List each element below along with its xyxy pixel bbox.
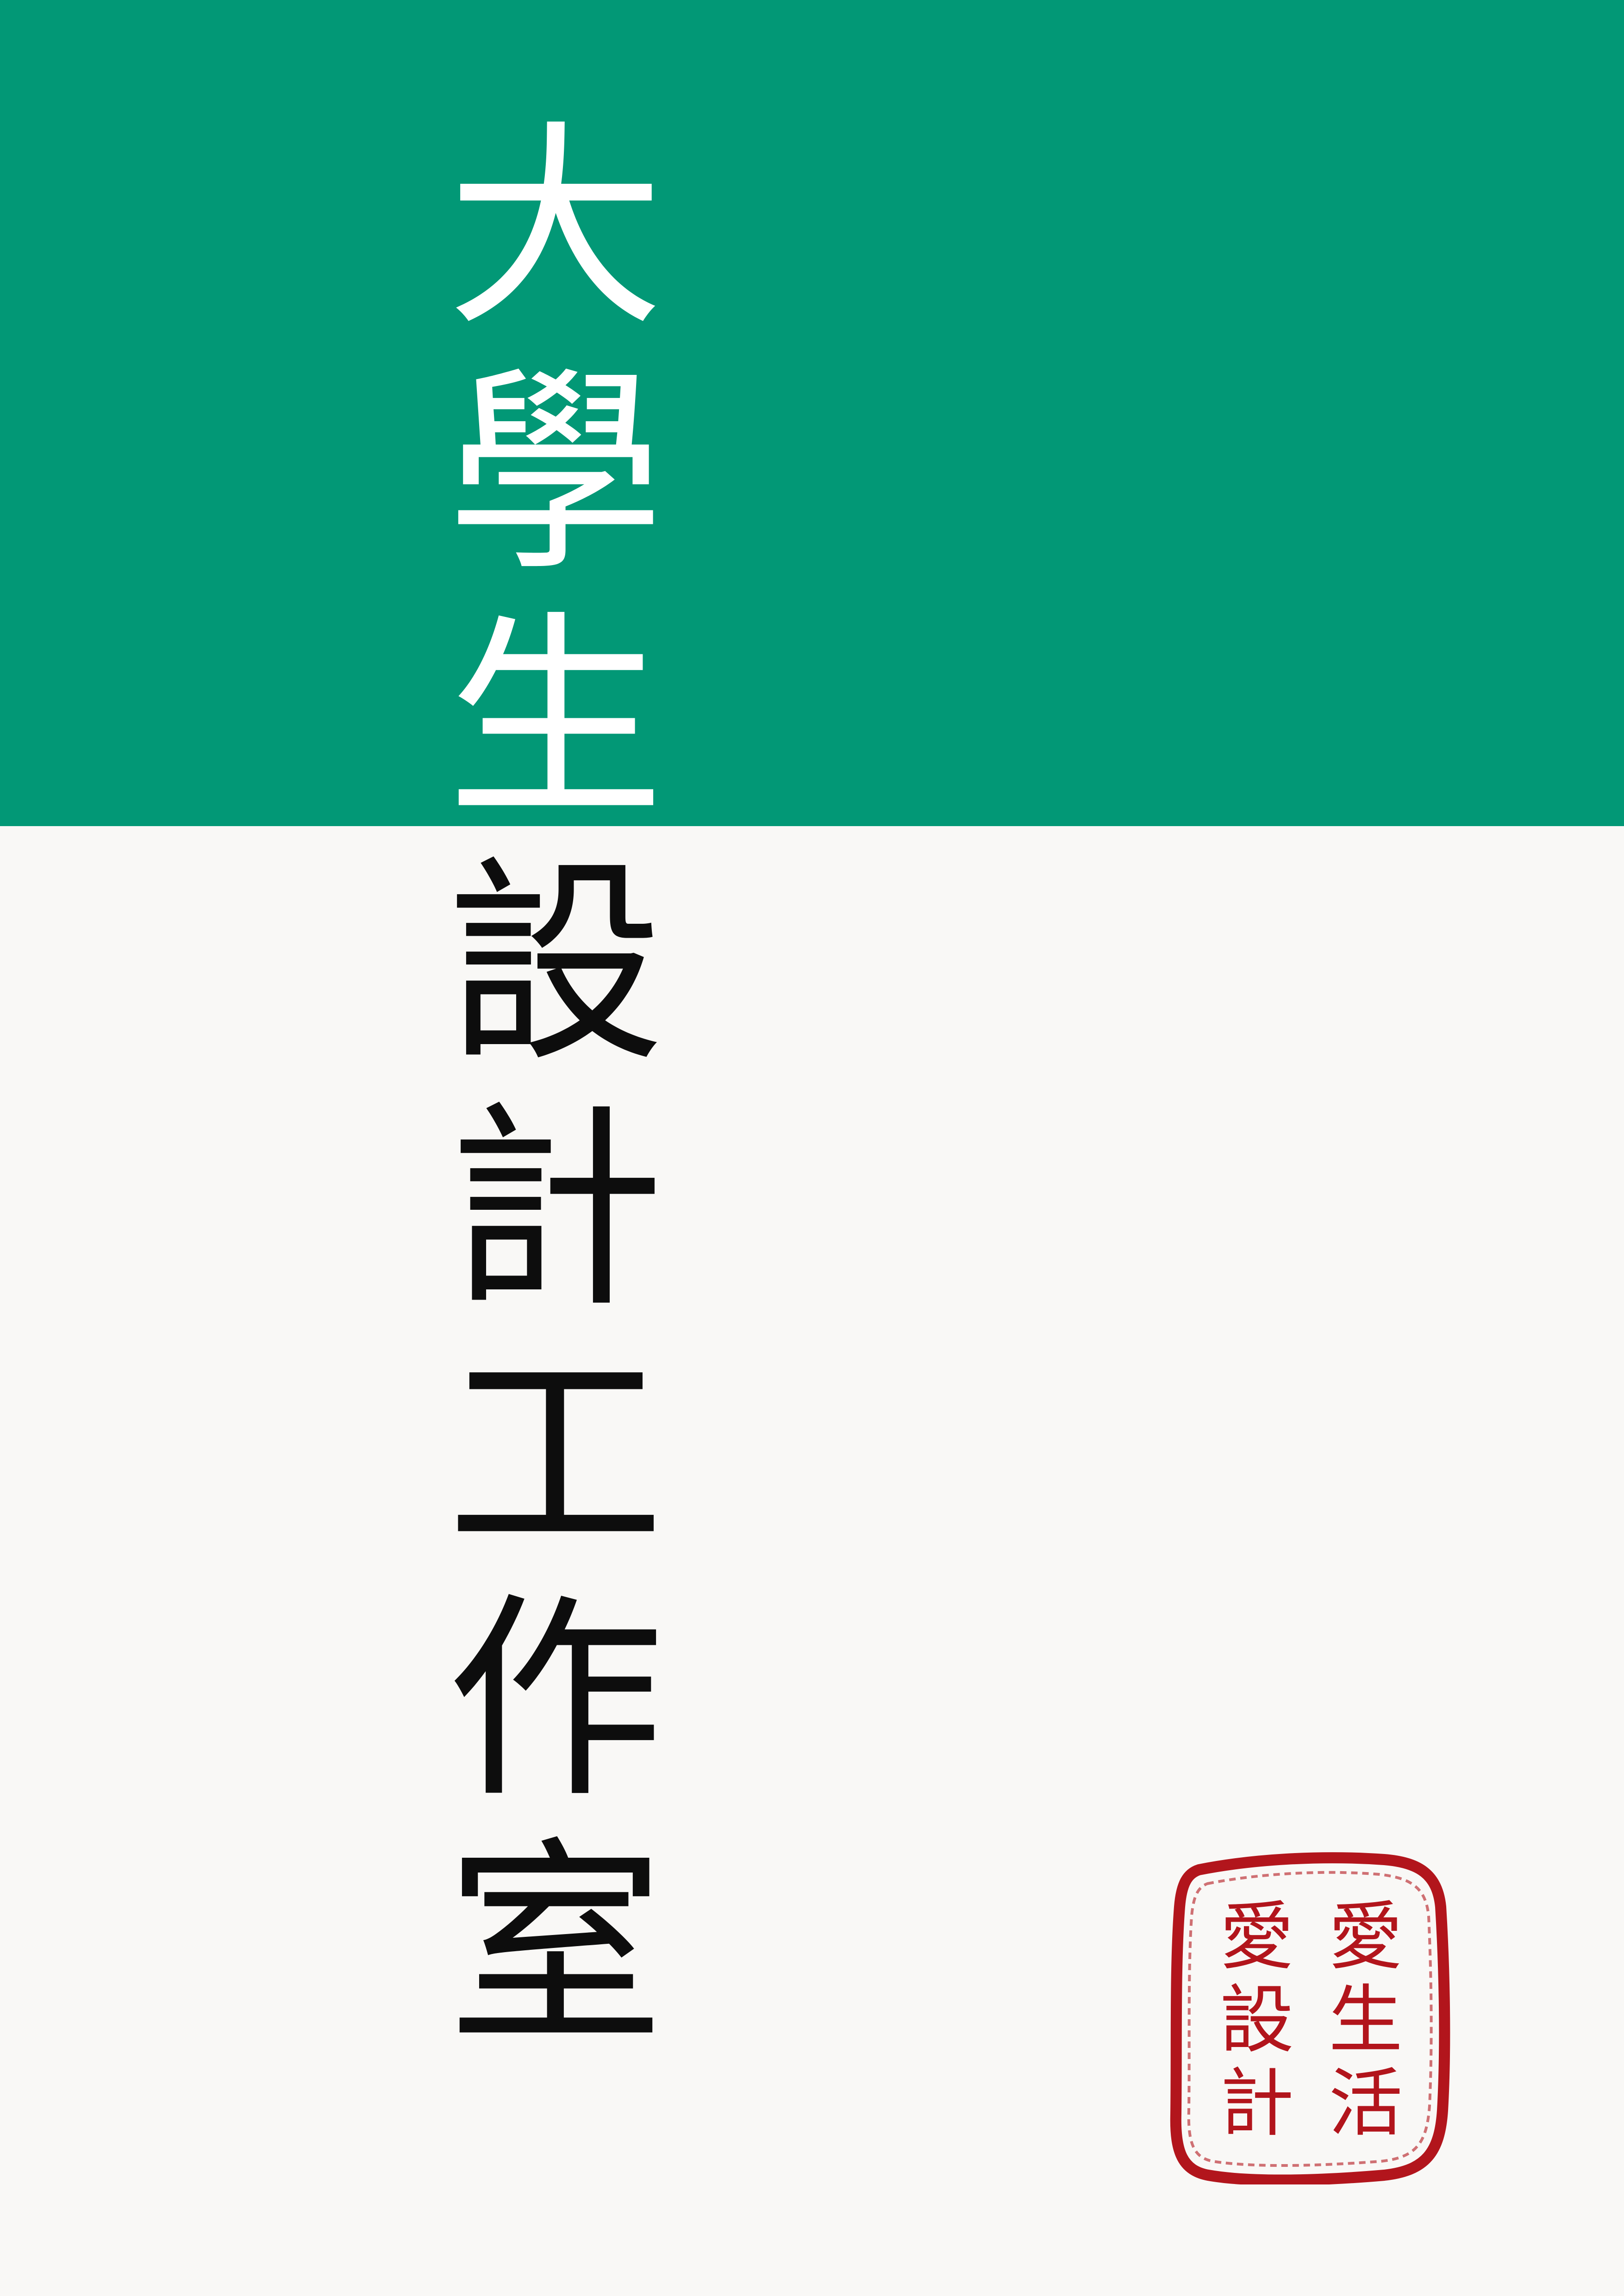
- seal-right-column: 愛 生 活: [1319, 1895, 1412, 2145]
- title-char: 作: [447, 1574, 664, 1827]
- seal-char: 生: [1328, 1977, 1403, 2063]
- seal-left-column: 愛 設 計: [1211, 1895, 1303, 2145]
- title-char: 生: [447, 593, 664, 846]
- title-char: 室: [447, 1819, 664, 2072]
- green-header-band: [0, 0, 1624, 826]
- title-char: 計: [447, 1083, 664, 1337]
- seal-char: 活: [1328, 2060, 1403, 2147]
- seal-char: 設: [1219, 1977, 1294, 2063]
- seal-char: 愛: [1328, 1893, 1403, 1980]
- title-char: 工: [447, 1329, 664, 1582]
- red-seal-stamp: 愛 生 活 愛 設 計: [1167, 1851, 1454, 2184]
- title-char: 大: [447, 102, 664, 355]
- vertical-title: 大 學 生 設 計 工 作 室: [403, 106, 708, 2069]
- title-char: 學: [447, 348, 664, 601]
- seal-char: 計: [1219, 2060, 1294, 2147]
- title-char: 設: [447, 838, 664, 1091]
- seal-char: 愛: [1219, 1893, 1294, 1980]
